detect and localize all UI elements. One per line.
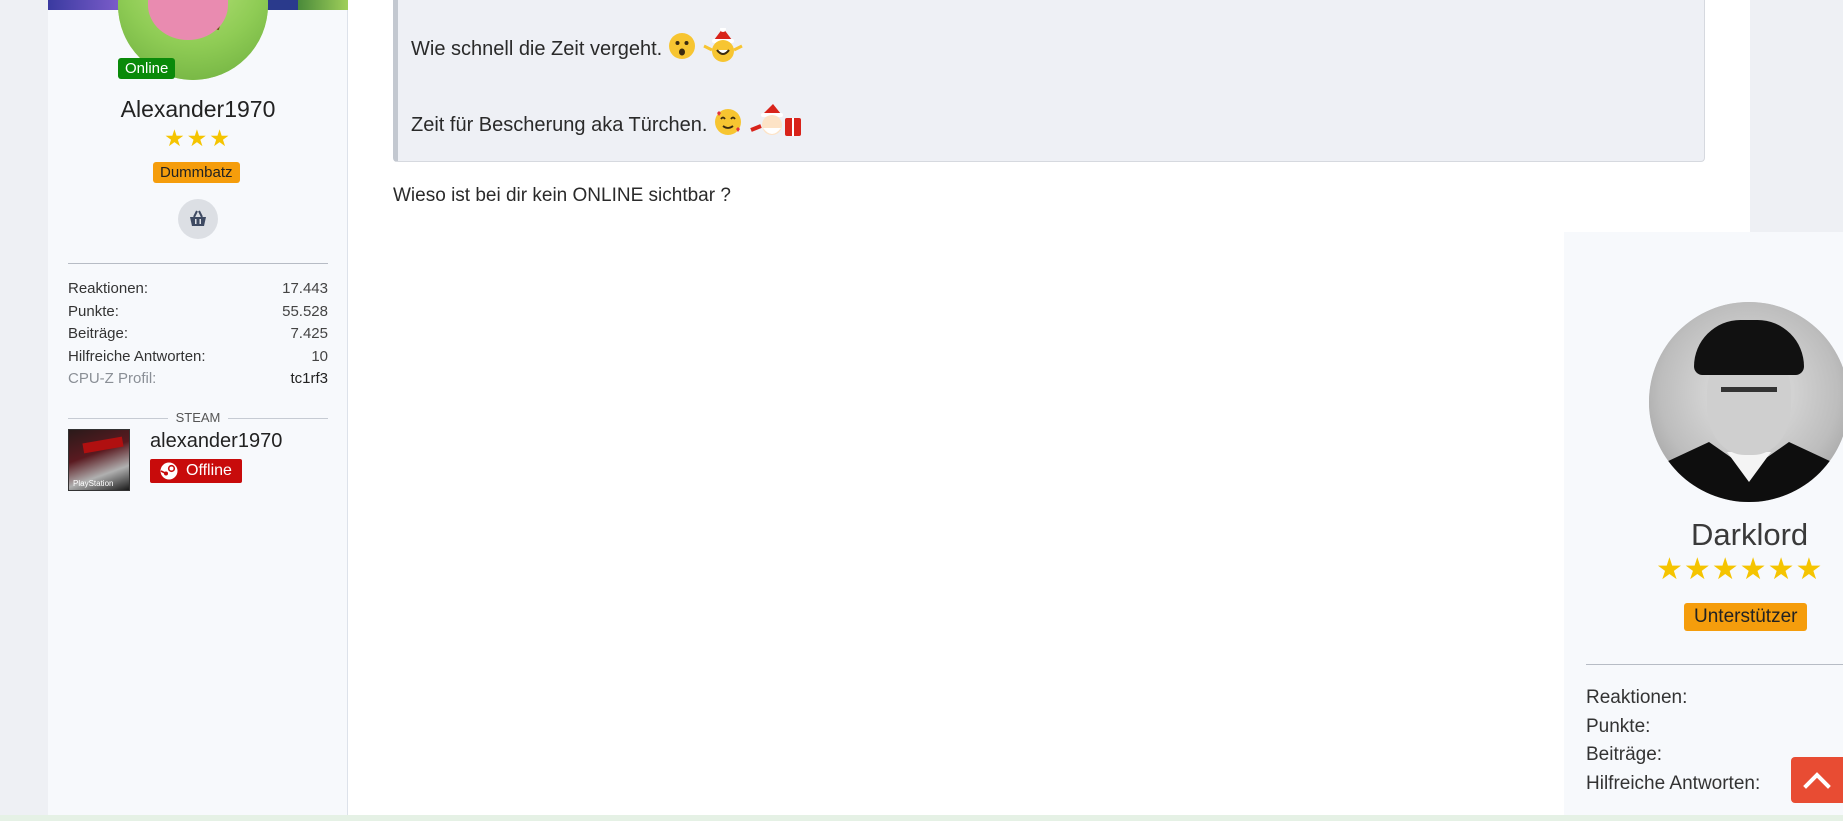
avatar[interactable] <box>1649 302 1843 502</box>
user-stats: Reaktionen: 17.443 Punkte: 55.528 Beiträ… <box>68 278 328 391</box>
steam-avatar[interactable]: PlayStation <box>68 429 130 491</box>
page-bottom-edge <box>0 815 1843 821</box>
user-title-badge: Unterstützer <box>1684 603 1808 631</box>
online-badge: Online <box>118 58 176 79</box>
steam-icon <box>160 462 178 480</box>
quote-line: Wie schnell die Zeit vergeht. <box>411 26 744 70</box>
steam-status-label: Offline <box>186 462 232 479</box>
username-link[interactable]: Alexander1970 <box>48 96 348 123</box>
steam-status-badge[interactable]: Offline <box>150 459 242 483</box>
scroll-to-top-button[interactable] <box>1791 757 1843 803</box>
divider <box>1586 664 1843 665</box>
quote-line: Zeit für Bescherung aka Türchen. <box>411 104 803 146</box>
stat-label: Punkte: <box>1586 715 1651 737</box>
stat-label: Hilfreiche Antworten: <box>1586 772 1761 794</box>
steam-section-header: STEAM <box>68 410 328 425</box>
username-link[interactable]: Darklord <box>1691 517 1808 553</box>
steam-username[interactable]: alexander1970 <box>150 430 282 453</box>
santa-gift-icon <box>749 104 803 146</box>
message-content: Wie schnell die Zeit vergeht. Zeit für B… <box>348 0 1750 815</box>
stat-row: Hilfreiche Antworten: 10 <box>68 347 328 365</box>
stat-row: Beiträge: 7.425 <box>68 325 328 342</box>
basket-icon <box>190 210 206 226</box>
bbcode-quote: Wie schnell die Zeit vergeht. Zeit für B… <box>393 0 1705 162</box>
post-body-text: Wieso ist bei dir kein ONLINE sichtbar ? <box>393 185 731 206</box>
message-user-panel-next: Darklord ★★★★★★ Unterstützer Reaktionen:… <box>1564 232 1843 821</box>
stat-row-cpuz: CPU-Z Profil: tc1rf3 <box>68 370 328 387</box>
rank-stars: ★★★ <box>164 125 232 151</box>
user-title-badge: Dummbatz <box>153 162 240 183</box>
divider <box>68 263 328 264</box>
stat-row: Punkte: 55.528 <box>68 302 328 320</box>
stat-label: Beiträge: <box>1586 744 1663 765</box>
stat-row: Reaktionen: 17.443 <box>68 280 328 297</box>
chevron-up-icon <box>1803 772 1831 789</box>
stat-label: Reaktionen: <box>1586 687 1688 708</box>
surprised-face-icon <box>668 32 696 66</box>
message-user-panel: Online Alexander1970 ★★★ Dummbatz Reakti… <box>48 0 348 815</box>
santa-smiley-icon <box>702 26 744 70</box>
shop-button[interactable] <box>178 199 218 239</box>
user-stats: Reaktionen: Punkte: Beiträge: Hilfreiche… <box>1586 684 1760 798</box>
smiling-hearts-icon <box>713 107 743 143</box>
rank-stars: ★★★★★★ <box>1656 553 1824 586</box>
